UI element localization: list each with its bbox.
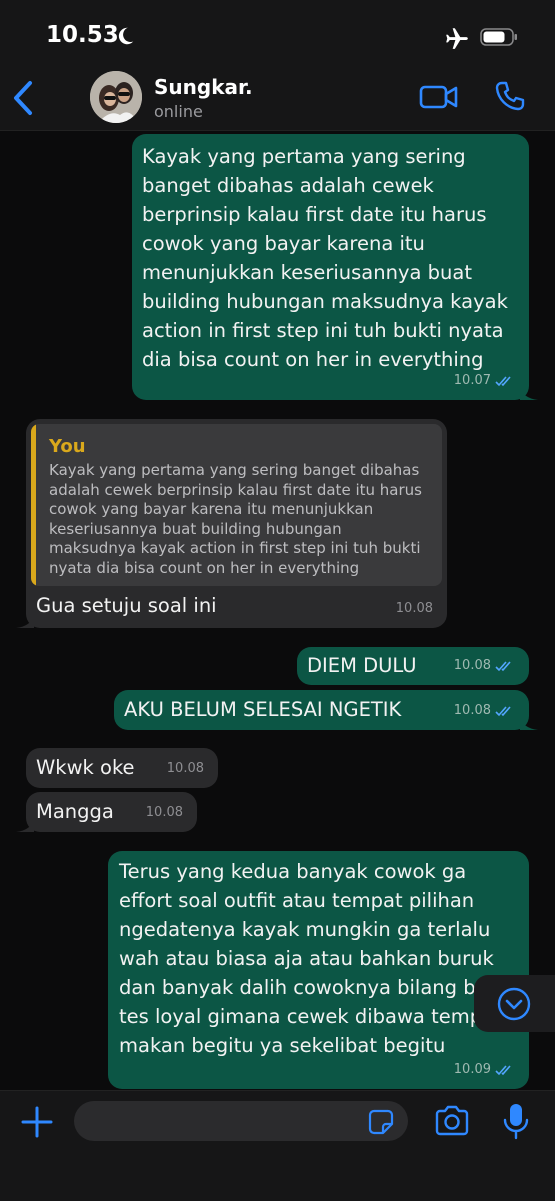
contact-status: online bbox=[154, 102, 203, 121]
quote-text: Kayak yang pertama yang sering banget di… bbox=[49, 461, 432, 578]
message-line: action in first step ini tuh bukti nyata bbox=[142, 319, 504, 342]
sticker-icon[interactable] bbox=[368, 1109, 394, 1135]
quote-line: adalah cewek berprinsip kalau first date… bbox=[49, 480, 422, 499]
message-line: banget dibahas adalah cewek bbox=[142, 174, 434, 197]
quote-line: keseriusannya buat building hubungan bbox=[49, 519, 342, 538]
message-line: effort soal outfit atau tempat pilihan bbox=[119, 889, 475, 912]
contact-name[interactable]: Sungkar. bbox=[154, 75, 253, 99]
message-line: Kayak yang pertama yang sering bbox=[142, 145, 466, 168]
read-receipt-icon bbox=[495, 705, 511, 716]
airplane-icon bbox=[446, 28, 468, 49]
message-line: ngedatenya kayak mungkin ga terlalu bbox=[119, 918, 491, 941]
message-outgoing[interactable]: AKU BELUM SELESAI NGETIK 10.08 bbox=[114, 690, 538, 730]
message-outgoing[interactable]: DIEM DULU 10.08 bbox=[297, 647, 529, 685]
message-line: menunjukkan keseriusannya buat bbox=[142, 261, 472, 284]
message-time: 10.08 bbox=[166, 761, 204, 776]
bubble-tail bbox=[520, 716, 538, 730]
plus-icon[interactable] bbox=[20, 1105, 54, 1139]
message-meta: 10.08 bbox=[146, 798, 183, 827]
phone-icon[interactable] bbox=[494, 80, 526, 112]
quote-author: You bbox=[49, 436, 86, 457]
message-incoming-reply[interactable]: You Kayak yang pertama yang sering bange… bbox=[16, 419, 447, 628]
quote-bar bbox=[31, 424, 36, 586]
quote-line: cowok yang bayar karena itu menunjukkan bbox=[49, 500, 374, 518]
message-time: 10.08 bbox=[145, 805, 183, 820]
message-line: wah atau biasa aja atau bahkan buruk bbox=[119, 947, 494, 970]
message-incoming[interactable]: Mangga 10.08 bbox=[16, 792, 197, 832]
scroll-to-bottom-button[interactable] bbox=[474, 975, 555, 1032]
chat-header: Sungkar. online bbox=[0, 60, 555, 131]
read-receipt-icon bbox=[495, 1064, 511, 1075]
message-input[interactable] bbox=[74, 1101, 408, 1141]
message-text: Gua setuju soal ini bbox=[36, 594, 217, 617]
avatar[interactable] bbox=[90, 71, 142, 123]
message-outgoing[interactable]: Kayak yang pertama yang sering banget di… bbox=[132, 134, 538, 400]
message-meta: 10.08 bbox=[396, 594, 433, 623]
back-icon[interactable] bbox=[10, 80, 36, 116]
composer-bar bbox=[0, 1090, 555, 1201]
quote-line: maksudnya kayak action in first step ini… bbox=[49, 539, 421, 557]
message-line: tes loyal gimana cewek dibawa temp bbox=[119, 1005, 483, 1028]
chevron-down-icon bbox=[497, 987, 531, 1021]
read-receipt-icon bbox=[495, 660, 511, 671]
quote-line: Kayak yang pertama yang sering banget di… bbox=[49, 461, 420, 479]
message-time: 10.09 bbox=[453, 1062, 491, 1077]
bubble-tail bbox=[16, 818, 34, 832]
video-call-icon[interactable] bbox=[419, 83, 459, 111]
bubble-tail bbox=[16, 614, 34, 628]
message-outgoing[interactable]: Terus yang kedua banyak cowok ga effort … bbox=[108, 851, 529, 1089]
read-receipt-icon bbox=[495, 375, 511, 386]
message-time: 10.08 bbox=[395, 601, 433, 616]
message-line: berprinsip kalau first date itu harus bbox=[142, 203, 487, 226]
moon-icon bbox=[118, 27, 134, 45]
message-line: dan banyak dalih cowoknya bilang b bbox=[119, 976, 476, 999]
status-time: 10.53 bbox=[46, 22, 119, 48]
message-meta: 10.08 bbox=[454, 696, 515, 725]
message-line: Terus yang kedua banyak cowok ga bbox=[119, 860, 467, 883]
message-time: 10.07 bbox=[453, 373, 491, 388]
quote-line: nyata dia bisa count on her in everythin… bbox=[49, 558, 360, 577]
message-meta: 10.08 bbox=[454, 651, 515, 680]
status-bar: 10.53 bbox=[0, 0, 555, 60]
bubble-tail bbox=[520, 386, 538, 400]
quoted-message[interactable]: You Kayak yang pertama yang sering bange… bbox=[31, 424, 442, 586]
camera-icon[interactable] bbox=[434, 1105, 470, 1137]
message-time: 10.08 bbox=[453, 658, 491, 673]
message-meta: 10.08 bbox=[167, 754, 204, 783]
message-meta: 10.09 bbox=[454, 1055, 515, 1084]
message-line: building hubungan maksudnya kayak bbox=[142, 290, 508, 313]
message-line: cowok yang bayar karena itu bbox=[142, 232, 425, 255]
message-meta: 10.07 bbox=[454, 366, 515, 395]
message-incoming[interactable]: Wkwk oke 10.08 bbox=[26, 748, 218, 788]
mic-icon[interactable] bbox=[502, 1102, 530, 1140]
message-time: 10.08 bbox=[453, 703, 491, 718]
battery-icon bbox=[480, 28, 517, 46]
